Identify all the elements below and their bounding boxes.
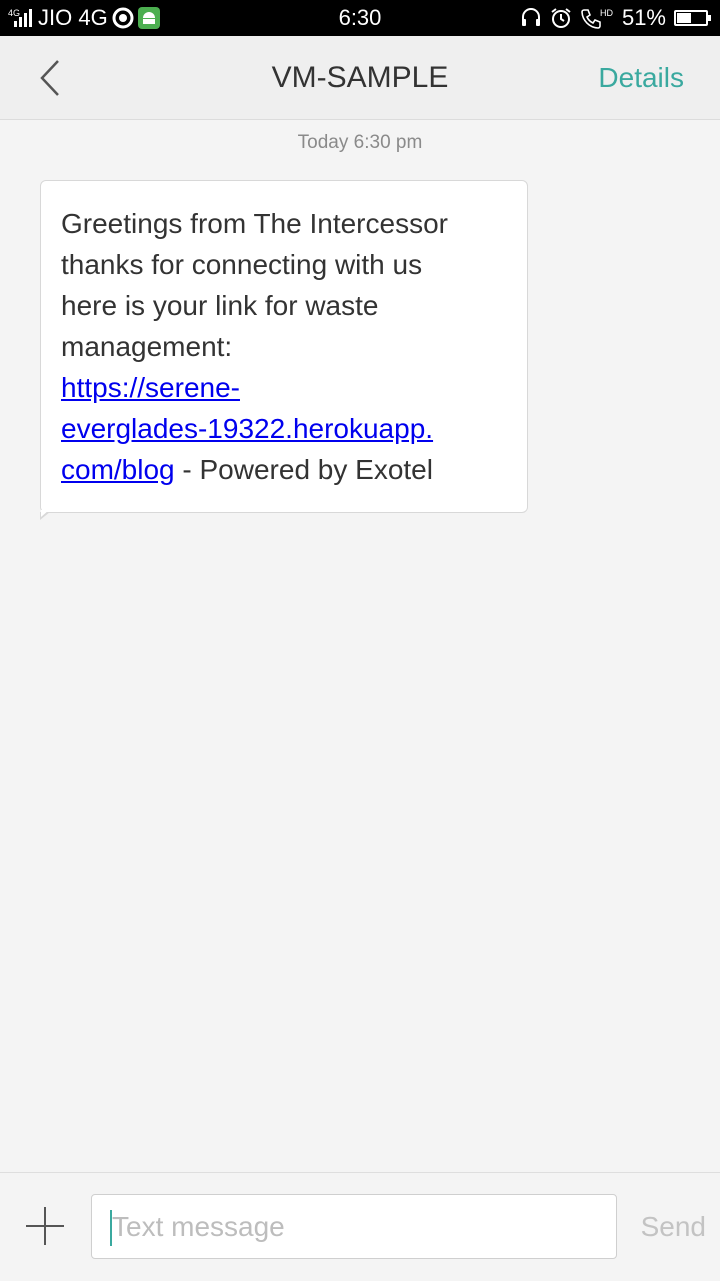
status-bar: 4G JIO 4G 6:30 HD 51%: [0, 0, 720, 36]
conversation-header: VM-SAMPLE Details: [0, 36, 720, 120]
message-link[interactable]: https://serene-: [61, 372, 240, 403]
battery-percent: 51%: [621, 5, 666, 30]
volte-call-icon: HD: [580, 7, 614, 29]
message-line: thanks for connecting with us: [61, 249, 423, 280]
send-button[interactable]: Send: [641, 1173, 706, 1281]
message-link[interactable]: com/blog: [61, 454, 175, 485]
battery-fill: [677, 13, 692, 23]
headset-icon: [520, 7, 542, 29]
text-caret: [110, 1210, 112, 1246]
hd-label: HD: [600, 8, 613, 18]
bubble-tail: [40, 510, 50, 520]
message-link[interactable]: everglades-19322.herokuapp.: [61, 413, 433, 444]
message-line: here is your link for waste: [61, 290, 379, 321]
add-attachment-button[interactable]: [22, 1203, 68, 1249]
message-line: Greetings from The Intercessor: [61, 208, 448, 239]
plus-icon: [26, 1207, 64, 1245]
alarm-icon: [550, 7, 572, 29]
status-right: HD 51%: [520, 0, 711, 36]
details-button[interactable]: Details: [598, 36, 684, 120]
message-suffix: - Powered by Exotel: [174, 454, 433, 485]
composer-bar: Send: [0, 1172, 720, 1280]
message-input[interactable]: [91, 1194, 617, 1259]
battery-icon: [674, 10, 711, 26]
message-line: management:: [61, 331, 233, 362]
message-bubble[interactable]: Greetings from The Intercessor thanks fo…: [40, 180, 528, 520]
message-timestamp: Today 6:30 pm: [297, 132, 423, 153]
